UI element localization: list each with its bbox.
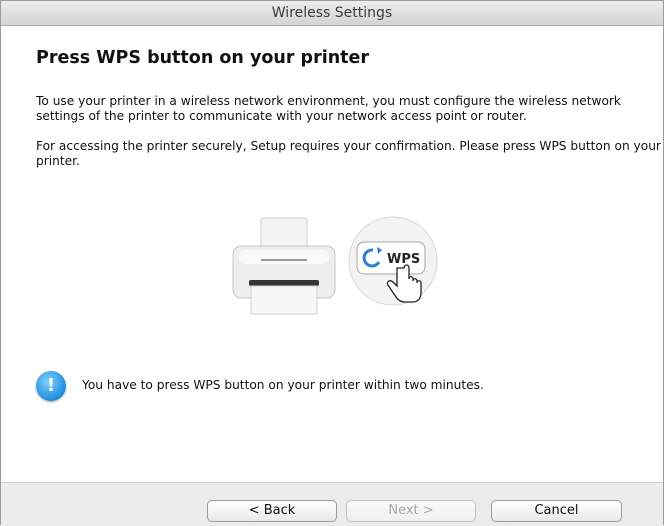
wps-illustration: WPS <box>227 216 467 326</box>
window-title: Wireless Settings <box>271 5 393 21</box>
page-heading: Press WPS button on your printer <box>36 48 370 68</box>
notice-text: You have to press WPS button on your pri… <box>82 378 484 392</box>
wps-label: WPS <box>387 252 420 267</box>
next-button[interactable]: Next > <box>346 500 476 522</box>
back-button[interactable]: < Back <box>207 500 337 522</box>
cancel-button[interactable]: Cancel <box>491 500 622 522</box>
title-bar[interactable]: Wireless Settings <box>1 1 663 26</box>
button-bar: < Back Next > Cancel <box>1 482 663 526</box>
wireless-settings-window: Wireless Settings Press WPS button on yo… <box>0 0 664 526</box>
instruction-paragraph: To use your printer in a wireless networ… <box>36 94 621 123</box>
printer-icon <box>232 217 336 315</box>
info-icon: ! <box>36 371 66 401</box>
confirmation-paragraph: For accessing the printer securely, Setu… <box>36 139 661 168</box>
